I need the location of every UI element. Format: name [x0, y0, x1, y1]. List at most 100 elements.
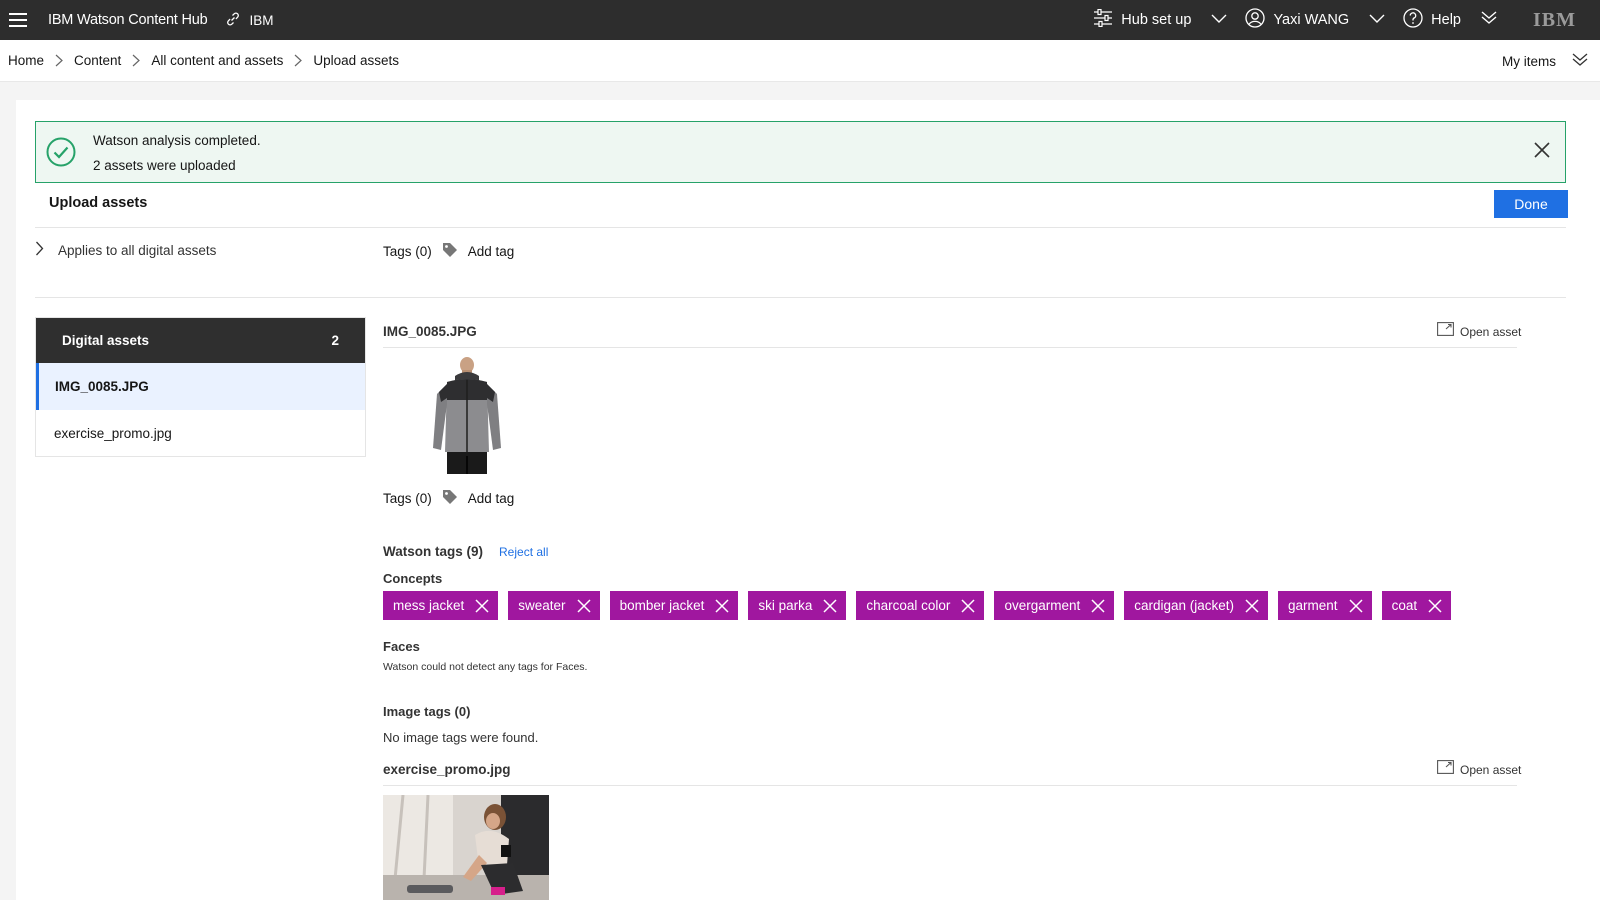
divider [35, 297, 1566, 298]
asset-name: exercise_promo.jpg [383, 762, 511, 777]
list-item-label: IMG_0085.JPG [55, 379, 149, 394]
hamburger-menu-icon[interactable] [0, 0, 36, 40]
open-asset-link[interactable]: Open asset [1437, 760, 1521, 777]
close-icon[interactable] [1533, 141, 1551, 164]
help-icon [1403, 8, 1423, 32]
breadcrumb-home[interactable]: Home [8, 53, 44, 68]
open-asset-label: Open asset [1460, 325, 1522, 339]
remove-tag-close-icon[interactable] [822, 598, 838, 614]
concept-tag-chip[interactable]: cardigan (jacket) [1124, 591, 1269, 620]
list-item[interactable]: exercise_promo.jpg [36, 410, 365, 457]
chevron-down-icon [1369, 12, 1385, 28]
page-title: Upload assets [49, 195, 148, 211]
chevron-right-icon [283, 54, 313, 67]
my-items-label: My items [1502, 53, 1556, 69]
add-tag-label: Add tag [467, 244, 515, 259]
concept-tag-label: garment [1288, 598, 1338, 613]
remove-tag-close-icon[interactable] [714, 598, 730, 614]
breadcrumb-all-content[interactable]: All content and assets [151, 53, 283, 68]
concept-tag-label: ski parka [758, 598, 813, 613]
remove-tag-close-icon[interactable] [576, 598, 592, 614]
tag-icon [442, 489, 458, 508]
launch-icon [1437, 322, 1454, 339]
ibm-logo: IBM [1533, 8, 1576, 31]
reject-all-link[interactable]: Reject all [499, 545, 548, 559]
remove-tag-close-icon[interactable] [1427, 598, 1443, 614]
concept-tag-label: coat [1391, 598, 1418, 613]
launch-icon [1437, 760, 1454, 777]
top-nav-bar: IBM Watson Content Hub IBM Hub set up Ya… [0, 0, 1600, 40]
tags-count-label: Tags (0) [383, 491, 432, 506]
done-button[interactable]: Done [1494, 190, 1568, 218]
asset-thumbnail-exercise[interactable] [383, 795, 549, 900]
divider [383, 347, 1517, 348]
remove-tag-close-icon[interactable] [1244, 598, 1260, 614]
upload-panel: Watson analysis completed. 2 assets were… [16, 100, 1600, 900]
concept-tag-chip[interactable]: mess jacket [383, 591, 499, 620]
divider [35, 227, 1566, 228]
notification-title: Watson analysis completed. [93, 133, 261, 148]
breadcrumb: Home Content All content and assets Uplo… [8, 53, 399, 68]
app-title[interactable]: IBM Watson Content Hub [48, 12, 208, 28]
concept-tag-label: cardigan (jacket) [1134, 598, 1235, 613]
concept-tag-chip[interactable]: charcoal color [856, 591, 985, 620]
remove-tag-close-icon[interactable] [1348, 598, 1364, 614]
digital-assets-list: Digital assets 2 IMG_0085.JPG exercise_p… [35, 317, 366, 457]
chevron-right-icon [35, 241, 44, 259]
concepts-label: Concepts [383, 571, 443, 586]
user-name: Yaxi WANG [1273, 12, 1350, 28]
concept-tags: mess jacket sweater bomber jacket ski parka… [383, 591, 1452, 620]
hub-setup-menu[interactable]: Hub set up [1093, 0, 1227, 40]
success-notification: Watson analysis completed. 2 assets were… [35, 121, 1566, 183]
concept-tag-chip[interactable]: ski parka [748, 591, 847, 620]
concept-tag-label: sweater [518, 598, 566, 613]
user-menu[interactable]: Yaxi WANG [1245, 0, 1385, 40]
double-chevron-down-icon [1481, 11, 1497, 29]
watson-tags-header: Watson tags (9) Reject all [383, 544, 548, 559]
help-label: Help [1431, 12, 1461, 28]
remove-tag-close-icon[interactable] [960, 598, 976, 614]
my-items-toggle[interactable]: My items [1502, 40, 1588, 82]
checkmark-circle-icon [46, 137, 76, 172]
link-icon [225, 11, 241, 30]
concept-tag-chip[interactable]: garment [1278, 591, 1372, 620]
add-tag-button[interactable]: Add tag [442, 489, 515, 508]
image-tags-empty-text: No image tags were found. [383, 730, 539, 745]
concept-tag-chip[interactable]: overgarment [994, 591, 1115, 620]
digital-assets-title: Digital assets [62, 333, 150, 348]
applies-to-all-toggle[interactable]: Applies to all digital assets [35, 241, 216, 259]
breadcrumb-upload-assets: Upload assets [313, 53, 399, 68]
chevron-down-icon [1211, 12, 1227, 28]
concept-tag-label: overgarment [1004, 598, 1081, 613]
help-menu[interactable]: Help [1403, 0, 1497, 40]
concept-tag-chip[interactable]: bomber jacket [609, 591, 739, 620]
remove-tag-close-icon[interactable] [1090, 598, 1106, 614]
user-avatar-icon [1245, 8, 1266, 32]
open-asset-link[interactable]: Open asset [1437, 322, 1521, 339]
tag-icon [442, 242, 458, 261]
breadcrumb-content[interactable]: Content [74, 53, 121, 68]
org-name: IBM [249, 12, 274, 28]
add-tag-label: Add tag [467, 491, 515, 506]
concept-tag-label: bomber jacket [619, 598, 705, 613]
faces-empty-text: Watson could not detect any tags for Fac… [383, 661, 588, 673]
notification-subtitle: 2 assets were uploaded [93, 158, 236, 173]
image-tags-label: Image tags (0) [383, 704, 471, 719]
digital-assets-count: 2 [331, 333, 339, 348]
chevron-right-icon [121, 54, 151, 67]
double-chevron-down-icon [1572, 53, 1588, 70]
org-switcher[interactable]: IBM [225, 11, 273, 30]
concept-tag-label: mess jacket [393, 598, 465, 613]
concept-tag-chip[interactable]: coat [1381, 591, 1452, 620]
chevron-right-icon [44, 54, 74, 67]
remove-tag-close-icon[interactable] [474, 598, 490, 614]
concept-tag-chip[interactable]: sweater [508, 591, 600, 620]
add-tag-button[interactable]: Add tag [442, 242, 515, 261]
settings-sliders-icon [1093, 8, 1113, 31]
digital-assets-header: Digital assets 2 [36, 318, 365, 363]
list-item[interactable]: IMG_0085.JPG [36, 363, 365, 410]
faces-label: Faces [383, 639, 420, 654]
asset-name: IMG_0085.JPG [383, 324, 477, 339]
asset-thumbnail-jacket[interactable] [429, 356, 505, 474]
applies-label: Applies to all digital assets [58, 242, 217, 258]
